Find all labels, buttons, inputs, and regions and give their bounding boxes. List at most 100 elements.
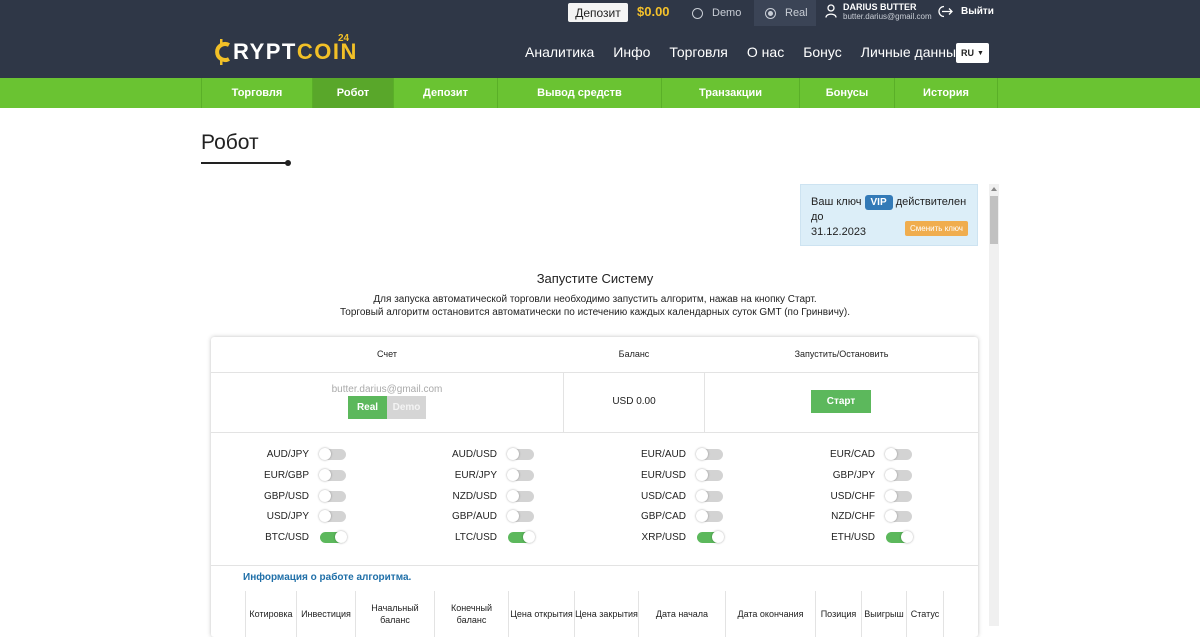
- col-account: Счет: [377, 349, 397, 359]
- mode-demo-radio[interactable]: Demo: [680, 0, 752, 26]
- currency-pair-label: EUR/AUD: [640, 449, 686, 460]
- nav-trading[interactable]: Торговля: [669, 44, 727, 60]
- col-investment: Инвестиция: [296, 591, 355, 637]
- currency-pair-item: GBP/JPY: [802, 469, 912, 483]
- tab-history[interactable]: История: [894, 78, 998, 108]
- language-value: RU: [961, 48, 975, 58]
- account-real-button[interactable]: Real: [348, 396, 387, 419]
- scroll-up-icon[interactable]: [991, 187, 997, 191]
- logo-sup: 24: [338, 33, 350, 44]
- account-balance: USD 0.00: [612, 396, 656, 407]
- tab-trading[interactable]: Торговля: [201, 78, 312, 108]
- currency-pair-label: EUR/JPY: [454, 470, 497, 481]
- user-email: butter.darius@gmail.com: [843, 12, 932, 21]
- currency-pair-toggle[interactable]: [319, 510, 346, 522]
- col-end-balance: Конечный баланс: [434, 591, 508, 637]
- algorithm-info-title: Информация о работе алгоритма.: [243, 572, 412, 583]
- currency-pair-toggle[interactable]: [886, 531, 913, 543]
- currency-pair-label: GBP/CAD: [640, 511, 686, 522]
- user-info[interactable]: DARIUS BUTTER butter.darius@gmail.com: [825, 2, 932, 22]
- currency-pair-label: XRP/USD: [641, 532, 686, 543]
- currency-pair-toggle[interactable]: [885, 448, 912, 460]
- currency-pair-item: BTC/USD: [236, 531, 347, 545]
- currency-pair-item: USD/CHF: [802, 490, 912, 504]
- currency-pair-label: NZD/CHF: [831, 511, 875, 522]
- currency-pair-item: GBP/AUD: [424, 510, 534, 524]
- col-win: Выигрыш: [861, 591, 906, 637]
- tab-transactions[interactable]: Транзакции: [661, 78, 799, 108]
- logo[interactable]: RYPTCOIN 24: [212, 33, 358, 67]
- currency-pair-item: GBP/CAD: [613, 510, 723, 524]
- currency-pair-toggle[interactable]: [885, 469, 912, 481]
- currency-pair-item: XRP/USD: [613, 531, 724, 545]
- user-name: DARIUS BUTTER: [843, 2, 917, 12]
- currency-pair-item: NZD/CHF: [802, 510, 912, 524]
- currency-pair-toggle[interactable]: [696, 448, 723, 460]
- currency-pair-toggle[interactable]: [507, 490, 534, 502]
- col-open-price: Цена открытия: [508, 591, 574, 637]
- title-underline-dot: [285, 160, 291, 166]
- currency-pair-item: USD/CAD: [613, 490, 723, 504]
- currency-pair-toggle[interactable]: [507, 469, 534, 481]
- col-action: Запустить/Остановить: [794, 349, 889, 359]
- vip-date: 31.12.2023: [811, 226, 867, 238]
- currency-pair-item: EUR/AUD: [613, 448, 723, 462]
- currency-pair-toggle[interactable]: [696, 469, 723, 481]
- nav-bonus[interactable]: Бонус: [803, 44, 842, 60]
- tab-deposit[interactable]: Депозит: [393, 78, 497, 108]
- currency-pair-toggle[interactable]: [507, 510, 534, 522]
- account-demo-button[interactable]: Demo: [387, 396, 426, 419]
- robot-card: Счет Баланс Запустить/Остановить butter.…: [211, 337, 978, 637]
- system-line-1: Для запуска автоматической торговли необ…: [373, 294, 817, 305]
- change-key-button[interactable]: Сменить ключ: [905, 221, 968, 236]
- currency-pair-label: LTC/USD: [454, 532, 497, 543]
- start-button[interactable]: Старт: [811, 390, 871, 413]
- currency-pair-toggle[interactable]: [319, 448, 346, 460]
- scrollbar[interactable]: [989, 184, 999, 626]
- col-position: Позиция: [815, 591, 861, 637]
- nav-info[interactable]: Инфо: [613, 44, 650, 60]
- currency-pair-toggle[interactable]: [319, 490, 346, 502]
- account-email: butter.darius@gmail.com: [331, 384, 443, 395]
- currency-pair-toggle[interactable]: [697, 531, 724, 543]
- currency-pair-item: EUR/JPY: [424, 469, 534, 483]
- system-line-2: Торговый алгоритм остановится автоматиче…: [339, 307, 851, 318]
- currency-pair-toggle[interactable]: [508, 531, 535, 543]
- tab-withdraw[interactable]: Вывод средств: [497, 78, 661, 108]
- vip-prefix: Ваш ключ: [811, 196, 862, 208]
- main-nav: Аналитика Инфо Торговля О нас Бонус Личн…: [525, 26, 983, 78]
- col-status: Статус: [906, 591, 944, 637]
- col-end-date: Дата окончания: [725, 591, 815, 637]
- currency-pair-item: AUD/USD: [424, 448, 534, 462]
- language-select[interactable]: RU ▼: [956, 43, 989, 63]
- currency-pair-label: USD/CHF: [830, 491, 875, 502]
- nav-about[interactable]: О нас: [747, 44, 784, 60]
- currency-pair-label: BTC/USD: [265, 532, 309, 543]
- currency-pair-item: USD/JPY: [236, 510, 346, 524]
- system-title: Запустите Систему: [536, 271, 654, 286]
- currency-pair-toggle[interactable]: [507, 448, 534, 460]
- currency-pair-toggle[interactable]: [319, 469, 346, 481]
- currency-pair-toggle[interactable]: [696, 510, 723, 522]
- currency-pair-toggle[interactable]: [885, 490, 912, 502]
- deposit-button[interactable]: Депозит: [568, 3, 628, 22]
- currency-pair-toggle[interactable]: [696, 490, 723, 502]
- nav-analytics[interactable]: Аналитика: [525, 44, 594, 60]
- currency-pair-toggle[interactable]: [885, 510, 912, 522]
- logout-button[interactable]: Выйти: [937, 5, 994, 18]
- divider: [211, 565, 978, 566]
- col-close-price: Цена закрытия: [574, 591, 638, 637]
- scrollbar-thumb[interactable]: [990, 196, 998, 244]
- tab-bonuses[interactable]: Бонусы: [799, 78, 894, 108]
- col-quote: Котировка: [245, 591, 296, 637]
- mode-real-radio[interactable]: Real: [754, 0, 816, 26]
- currency-pair-label: AUD/JPY: [266, 449, 309, 460]
- currency-pair-label: NZD/USD: [452, 491, 497, 502]
- radio-checked-icon: [765, 7, 776, 19]
- tab-robot[interactable]: Робот: [312, 78, 393, 108]
- currency-pair-item: ETH/USD: [802, 531, 913, 545]
- divider: [211, 372, 978, 373]
- currency-pair-toggle[interactable]: [320, 531, 347, 543]
- currency-pair-item: EUR/CAD: [802, 448, 912, 462]
- nav-personal[interactable]: Личные данные: [861, 44, 964, 60]
